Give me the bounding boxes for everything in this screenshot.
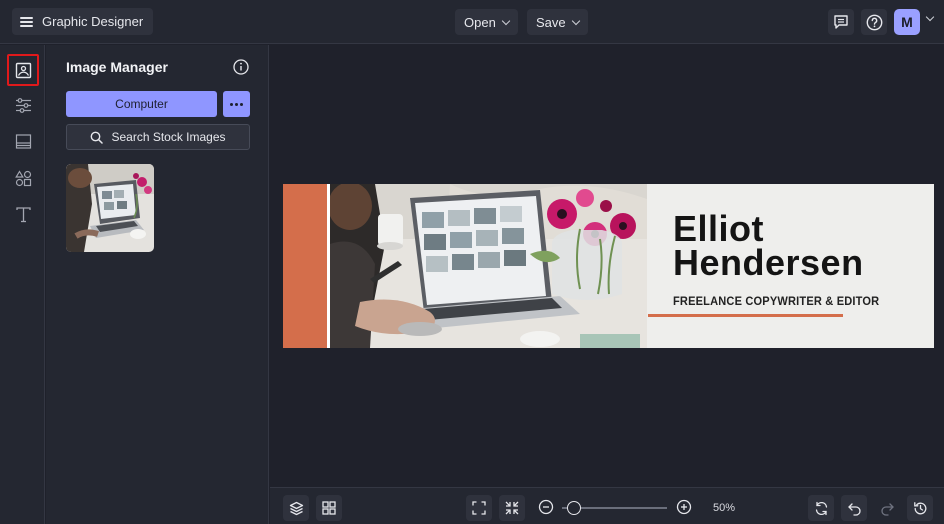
image-manager-panel: Image Manager Computer Search Stock Imag… <box>46 45 269 524</box>
zoom-slider-handle[interactable] <box>567 501 581 515</box>
layers-button[interactable] <box>283 495 309 521</box>
open-dropdown-button[interactable]: Open <box>455 9 518 35</box>
history-icon <box>913 501 926 514</box>
thumbnail-photo <box>66 164 154 252</box>
banner-name[interactable]: Elliot Hendersen <box>673 208 864 283</box>
history-button[interactable] <box>907 495 933 521</box>
grid-button[interactable] <box>316 495 342 521</box>
zoom-in-icon[interactable] <box>676 499 692 515</box>
save-label: Save <box>536 14 566 30</box>
layers-icon <box>289 501 303 515</box>
expand-icon <box>472 501 486 515</box>
info-icon[interactable] <box>233 59 249 75</box>
banner-subtitle[interactable]: FREELANCE COPYWRITER & EDITOR <box>673 294 879 308</box>
banner-orange-strip <box>283 184 327 348</box>
fit-to-screen-button[interactable] <box>466 495 492 521</box>
zoom-out-icon[interactable] <box>538 499 554 515</box>
search-icon <box>91 131 104 144</box>
account-chevron-icon[interactable] <box>925 12 935 22</box>
chevron-down-icon <box>571 16 580 25</box>
search-stock-images-button[interactable]: Search Stock Images <box>66 124 250 150</box>
uploaded-image-thumbnail[interactable] <box>66 164 154 252</box>
hamburger-icon <box>20 16 33 27</box>
rail-item-graphics[interactable] <box>7 162 39 194</box>
bottom-toolbar: 50% <box>270 487 944 524</box>
help-button[interactable] <box>861 9 887 35</box>
text-icon <box>15 206 31 222</box>
rail-item-layout[interactable] <box>7 125 39 157</box>
refresh-button[interactable] <box>808 495 834 521</box>
rail-item-text[interactable] <box>7 198 39 230</box>
zoom-level[interactable]: 50% <box>704 496 744 520</box>
computer-upload-button[interactable]: Computer <box>66 91 217 117</box>
refresh-icon <box>815 501 827 515</box>
shrink-icon <box>505 501 519 515</box>
shapes-icon <box>14 169 31 186</box>
rail-item-adjustments[interactable] <box>7 89 39 121</box>
help-icon <box>866 14 882 30</box>
comment-icon <box>834 15 848 29</box>
actual-size-button[interactable] <box>499 495 525 521</box>
sliders-icon <box>15 97 31 113</box>
more-options-button[interactable] <box>223 91 250 117</box>
top-bar: Graphic Designer Open Save M <box>0 0 944 44</box>
open-label: Open <box>464 14 496 30</box>
grid-icon <box>322 501 336 515</box>
redo-button[interactable] <box>874 495 900 521</box>
search-label: Search Stock Images <box>111 130 226 144</box>
undo-button[interactable] <box>841 495 867 521</box>
undo-icon <box>847 502 861 516</box>
redo-icon <box>880 502 894 516</box>
save-dropdown-button[interactable]: Save <box>527 9 588 35</box>
layout-icon <box>15 133 31 149</box>
app-title: Graphic Designer <box>42 14 144 29</box>
banner-name-line2: Hendersen <box>673 242 864 283</box>
app-menu-button[interactable]: Graphic Designer <box>12 8 154 35</box>
panel-title: Image Manager <box>66 59 168 75</box>
chevron-down-icon <box>501 16 511 25</box>
banner-photo[interactable] <box>330 184 647 348</box>
feedback-button[interactable] <box>828 9 854 35</box>
banner-underline <box>648 314 843 317</box>
ellipsis-icon <box>230 102 233 106</box>
banner-name-line1: Elliot <box>673 208 764 249</box>
avatar[interactable]: M <box>894 9 920 35</box>
tool-rail <box>0 45 45 524</box>
rail-item-image-manager[interactable] <box>7 54 39 86</box>
image-icon <box>15 62 31 78</box>
design-banner[interactable]: Elliot Hendersen FREELANCE COPYWRITER & … <box>283 184 934 348</box>
